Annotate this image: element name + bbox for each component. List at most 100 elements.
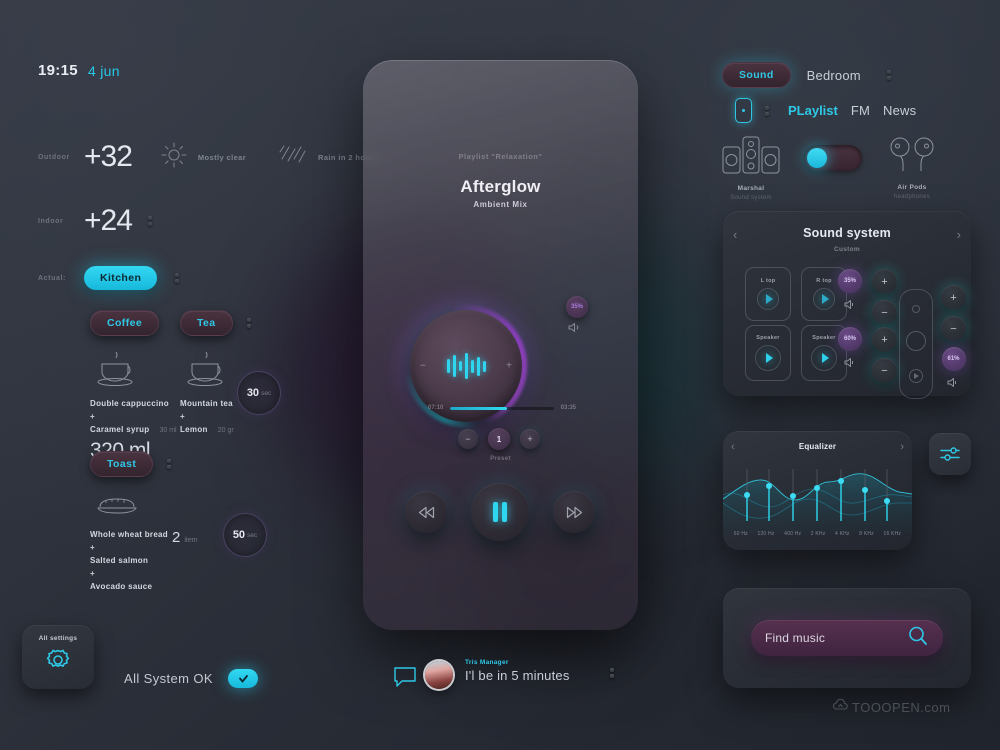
all-settings-label: All settings [38, 635, 78, 642]
indoor-temperature: +24 [84, 204, 133, 237]
message-more-options[interactable] [610, 668, 614, 678]
preset-increment-button[interactable]: + [520, 429, 540, 449]
eq-band-3: 2 KHz [810, 531, 826, 537]
earbuds-icon [886, 136, 938, 181]
sound-system-next[interactable]: › [957, 227, 961, 242]
preset-value[interactable]: 1 [488, 428, 510, 450]
room-actual-label: Actual: [38, 274, 66, 282]
outdoor-label: Outdoor [38, 153, 70, 161]
speakers-icon [722, 135, 780, 182]
equalizer-panel: ‹ › Equalizer 60 Hz 120 Hz 400 Hz 2 KHz … [723, 431, 912, 550]
tea-plus: + [180, 412, 185, 421]
tea-more-options[interactable] [246, 318, 251, 328]
coffee-line1: Double cappuccino [90, 399, 169, 408]
tower-decrement[interactable]: − [941, 316, 966, 341]
tea-timer[interactable]: 30 sec [237, 371, 281, 415]
speaker-front-right-play-icon [821, 353, 829, 363]
toast-more-options[interactable] [167, 459, 172, 469]
tab-news[interactable]: News [883, 103, 916, 118]
phone-source-icon[interactable] [735, 98, 752, 123]
equalizer-next[interactable]: › [900, 441, 904, 453]
room-pill-kitchen[interactable]: Kitchen [84, 266, 158, 290]
indoor-more-options[interactable] [147, 216, 152, 226]
level-top-increment[interactable]: + [872, 269, 897, 294]
sun-icon [160, 141, 188, 174]
device-toggle[interactable] [804, 145, 862, 171]
speaker-front-left[interactable]: Speaker [745, 325, 791, 381]
speaker-grid-top: L top R top [745, 267, 847, 321]
system-status-badge[interactable] [228, 669, 258, 688]
level-group-bottom: 60% + − [838, 327, 897, 383]
speaker-r-top-play-icon [821, 294, 829, 304]
device-marshal[interactable]: Marshal Sound system [722, 135, 780, 201]
tea-line2: Lemon [180, 425, 208, 434]
recipe-tag-tea[interactable]: Tea [180, 310, 233, 336]
preset-decrement-button[interactable]: − [458, 429, 478, 449]
recipe-card-toast: Toast Whole wheat bread + Salted salmon … [90, 451, 172, 591]
speaker-l-top[interactable]: L top [745, 267, 791, 321]
search-icon[interactable] [907, 625, 929, 652]
all-settings-button[interactable]: All settings [22, 625, 94, 689]
device-marshal-name: Marshal [737, 185, 765, 192]
preset-stepper: − 1 + [458, 428, 540, 450]
player-track-subtitle: Ambient Mix [473, 200, 528, 209]
tab-fm[interactable]: FM [851, 103, 870, 118]
rewind-icon[interactable] [405, 491, 447, 533]
speaker-l-top-play-icon [765, 294, 773, 304]
source-more-options[interactable] [765, 105, 769, 116]
equalizer-title: Equalizer [798, 442, 837, 451]
sound-system-prev[interactable]: ‹ [733, 227, 737, 242]
tower-percent[interactable]: 61% [941, 347, 966, 371]
fast-forward-icon[interactable] [553, 491, 595, 533]
level-bottom-decrement[interactable]: − [872, 358, 897, 383]
tab-sound[interactable]: Sound [722, 62, 791, 88]
search-bar[interactable]: Find music [751, 620, 943, 656]
weather-condition: Mostly clear [197, 152, 247, 162]
speaker-front-left-play-icon [765, 353, 773, 363]
equalizer-prev[interactable]: ‹ [731, 441, 735, 453]
speaker-icon[interactable] [568, 322, 581, 335]
speaker-l-top-label: L top [760, 278, 776, 284]
tab-playlist[interactable]: PLaylist [788, 103, 838, 118]
progress-row: 07:10 03:35 [428, 405, 576, 411]
sliders-icon[interactable] [929, 433, 971, 475]
mute-icon-top[interactable] [844, 299, 857, 312]
room-more-options[interactable] [175, 273, 180, 283]
level-bottom-percent[interactable]: 60% [838, 327, 862, 351]
toast-timer-value: 50 [232, 529, 246, 541]
avatar[interactable] [425, 661, 453, 689]
phone-player: Playlist "Relaxation" Afterglow Ambient … [363, 60, 638, 630]
top-tabs-more-options[interactable] [886, 70, 891, 80]
weather-outdoor-row: Outdoor +32 Mostly clear Rain in 2 hours [38, 140, 378, 174]
app-root: 19:15 4 jun Outdoor +32 Mostly clear Rai… [0, 0, 1000, 750]
level-group-tower: + − 61% [941, 285, 966, 390]
outdoor-temperature: +32 [84, 140, 133, 173]
rain-icon [278, 143, 308, 172]
tea-timer-value: 30 [246, 387, 260, 399]
recipe-tag-coffee[interactable]: Coffee [90, 310, 160, 336]
eq-band-4: 4 KHz [835, 531, 850, 537]
tower-increment[interactable]: + [941, 285, 966, 310]
tower-speaker[interactable] [899, 289, 933, 399]
device-airpods[interactable]: Air Pods headphones [886, 136, 938, 200]
level-bottom-increment[interactable]: + [872, 327, 897, 352]
search-input[interactable]: Find music [765, 631, 825, 645]
indoor-label: Indoor [38, 217, 64, 225]
equalizer-chart[interactable] [723, 459, 912, 534]
chat-bubble-icon[interactable] [393, 666, 417, 693]
toast-timer[interactable]: 50 sec [223, 513, 267, 557]
level-top-decrement[interactable]: − [872, 300, 897, 325]
progress-track[interactable] [450, 406, 554, 410]
pause-icon[interactable] [471, 483, 529, 541]
speaker-front-right-label: Speaker [812, 335, 836, 341]
level-top-percent[interactable]: 35% [838, 269, 862, 293]
top-tabs: Sound Bedroom [722, 62, 891, 88]
volume-percent-badge[interactable]: 35% [566, 296, 588, 318]
tab-bedroom[interactable]: Bedroom [807, 68, 861, 83]
recipe-tag-toast[interactable]: Toast [90, 451, 154, 477]
coffee-plus: + [90, 412, 95, 421]
mute-icon-tower[interactable] [947, 377, 960, 390]
player-playlist-name: Playlist "Relaxation" [458, 152, 543, 161]
mute-icon-bottom[interactable] [844, 357, 857, 370]
system-status-label: All System OK [124, 671, 213, 686]
